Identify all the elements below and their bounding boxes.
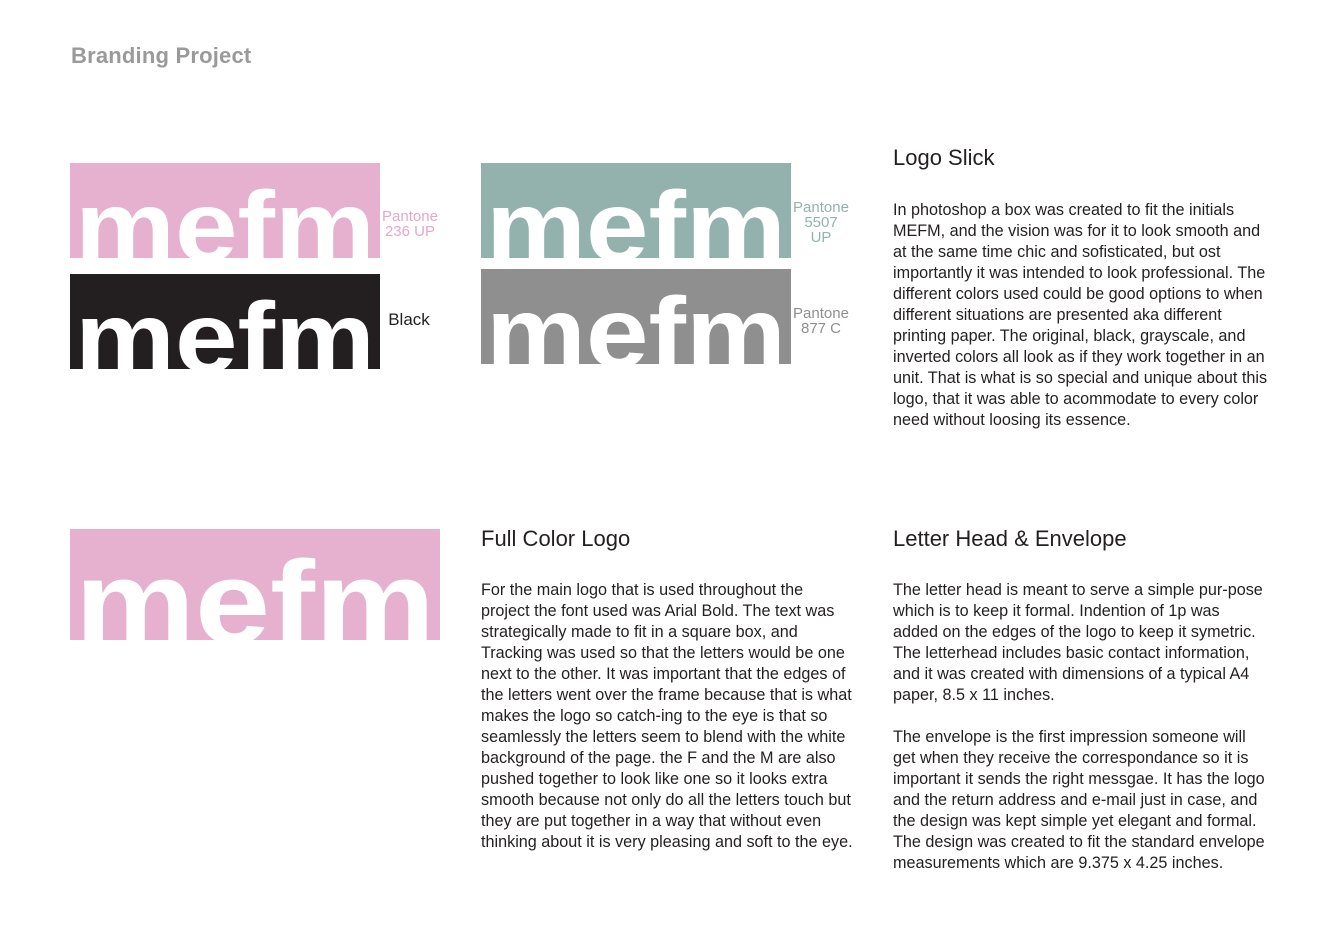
logo-teal: mefm — [481, 163, 791, 258]
swatch-black: Black — [384, 311, 434, 328]
logo-pink: mefm — [70, 163, 380, 258]
paragraph: The letter head is meant to serve a simp… — [893, 581, 1263, 704]
swatch-pantone-877: Pantone 877 C — [789, 306, 853, 336]
logo-wordmark: mefm — [75, 282, 375, 369]
full-color-logo-heading: Full Color Logo — [481, 526, 631, 551]
swatch-line: Pantone — [793, 199, 849, 216]
letter-head-text: The letter head is meant to serve a simp… — [893, 580, 1268, 874]
swatch-line: 877 C — [800, 320, 842, 337]
swatch-line: Black — [388, 310, 430, 329]
swatch-pantone-5507: Pantone 5507 UP — [789, 200, 853, 245]
swatch-line: Pantone — [793, 305, 849, 322]
logo-slick-heading: Logo Slick — [893, 145, 995, 170]
paragraph: In photoshop a box was created to fit th… — [893, 201, 1268, 429]
page-title: Branding Project — [71, 43, 252, 68]
logo-wordmark: mefm — [486, 171, 786, 258]
paragraph: The envelope is the first impression som… — [893, 728, 1265, 872]
logo-wordmark: mefm — [486, 277, 786, 364]
swatch-line: 236 UP — [384, 223, 436, 240]
letter-head-heading: Letter Head & Envelope — [893, 526, 1127, 551]
logo-slick-text: In photoshop a box was created to fit th… — [893, 200, 1268, 431]
logo-full-color: mefm — [70, 529, 440, 640]
swatch-line: 5507 — [804, 214, 838, 231]
paragraph: For the main logo that is used throughou… — [481, 581, 853, 851]
logo-gray: mefm — [481, 269, 791, 364]
logo-wordmark: mefm — [75, 171, 375, 258]
swatch-line: UP — [810, 229, 832, 246]
swatch-pantone-236: Pantone 236 UP — [378, 209, 442, 239]
swatch-line: Pantone — [382, 208, 438, 225]
full-color-logo-text: For the main logo that is used throughou… — [481, 580, 856, 853]
logo-wordmark: mefm — [75, 537, 435, 640]
logo-black: mefm — [70, 274, 380, 369]
